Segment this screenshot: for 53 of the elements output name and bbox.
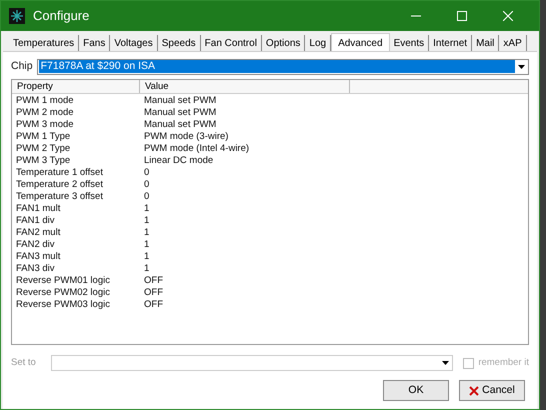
table-cell-text: Temperature 3 offset (15, 191, 104, 203)
table-cell-text: Reverse PWM02 logic (15, 287, 111, 299)
table-cell-text: OFF (143, 299, 164, 311)
table-cell-text: FAN3 div (15, 263, 56, 275)
table-cell-text: PWM 3 mode (15, 119, 75, 131)
table-cell-text: 1 (143, 215, 150, 227)
table-cell-text: FAN1 mult (15, 203, 62, 215)
table-cell-text: PWM 2 mode (15, 107, 75, 119)
table-cell-text: Manual set PWM (143, 107, 218, 119)
table-cell-text: Temperature 1 offset (15, 167, 104, 179)
table-cell-text: OFF (143, 275, 164, 287)
ok-button[interactable]: OK (383, 380, 449, 401)
tab[interactable]: Advanced (331, 33, 390, 52)
fan-icon (9, 8, 25, 24)
set-to-label: Set to (11, 356, 37, 370)
table-cell-text: 0 (143, 167, 150, 179)
column-header[interactable]: Property (12, 80, 140, 93)
table-cell-text: Temperature 2 offset (15, 179, 104, 191)
set-to-dropdown[interactable] (50, 355, 454, 371)
table-cell-text: PWM mode (Intel 4-wire) (143, 143, 250, 155)
table-cell-text: 1 (143, 203, 150, 215)
table-cell-text: OFF (143, 287, 164, 299)
table-cell-text: FAN1 div (15, 215, 56, 227)
table-cell-text: FAN2 div (15, 239, 56, 251)
column-header[interactable]: Value (140, 80, 350, 93)
table-cell-text: 0 (143, 179, 150, 191)
table-cell-text: PWM 3 Type (15, 155, 72, 167)
table-cell-text: Manual set PWM (143, 119, 218, 131)
table-cell-text: Reverse PWM03 logic (15, 299, 111, 311)
table-cell-text: 1 (143, 227, 150, 239)
close-icon (503, 11, 513, 21)
table-cell-text: PWM 1 Type (15, 131, 72, 143)
table-cell-text: 0 (143, 191, 150, 203)
maximize-icon (457, 11, 467, 21)
table-cell-text: Linear DC mode (143, 155, 214, 167)
chip-dropdown[interactable]: F71878A at $290 on ISA (36, 58, 529, 74)
table-cell-text: FAN2 mult (15, 227, 62, 239)
table-cell-text: PWM 2 Type (15, 143, 72, 155)
table-cell-text: Manual set PWM (143, 95, 218, 107)
table-cell-text: 1 (143, 239, 150, 251)
chip-label: Chip (11, 58, 33, 74)
table-cell-text: Reverse PWM01 logic (15, 275, 111, 287)
dropdown-arrow-icon (442, 361, 450, 365)
table-cell-text: 1 (143, 263, 150, 275)
dropdown-arrow-icon (518, 64, 525, 68)
remember-label: remember it (478, 356, 529, 370)
table-cell-text: PWM 1 mode (15, 95, 75, 107)
table-cell-text: 1 (143, 251, 150, 263)
window-title: Configure (33, 7, 90, 26)
cross-icon (469, 386, 480, 396)
table-cell-text: FAN3 mult (15, 251, 62, 263)
cancel-button[interactable]: Cancel (459, 380, 525, 401)
table-cell-text: PWM mode (3-wire) (143, 131, 230, 143)
